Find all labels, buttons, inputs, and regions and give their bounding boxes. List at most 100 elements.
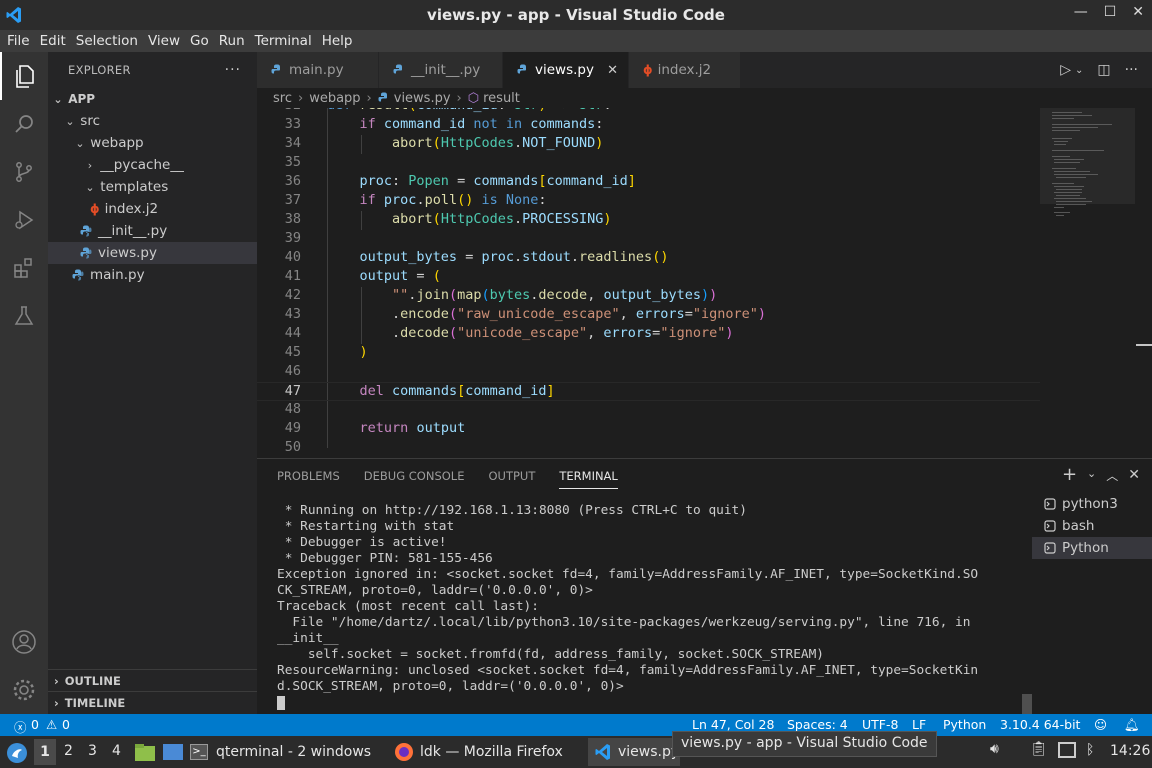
tab-label: __init__.py [411,62,481,78]
tab-index-j2[interactable]: ɸ index.j2 [629,52,741,88]
outline-section[interactable]: › OUTLINE [48,669,257,691]
menu-go[interactable]: Go [185,33,214,49]
chevron-down-icon[interactable]: ⌄ [1087,467,1096,485]
end-of-line[interactable]: LF [912,717,926,732]
terminal-item-python[interactable]: Python [1032,537,1152,559]
volume-icon[interactable]: 🔊︎ [990,741,999,757]
workspace-4[interactable]: 4 [112,743,121,759]
menu-file[interactable]: File [2,33,35,49]
tab-output[interactable]: OUTPUT [488,469,535,489]
python-interpreter[interactable]: 3.10.4 64-bit [1000,717,1080,732]
menu-edit[interactable]: Edit [35,33,71,49]
menu-selection[interactable]: Selection [71,33,143,49]
folder-src[interactable]: ⌄ src [48,110,257,132]
tab-debug-console[interactable]: DEBUG CONSOLE [364,469,465,489]
breadcrumb-src[interactable]: src [273,91,292,106]
account-icon[interactable] [0,618,48,666]
network-icon[interactable] [1058,742,1076,758]
file-main-py[interactable]: main.py [48,264,257,286]
tab-terminal[interactable]: TERMINAL [559,469,618,489]
menu-run[interactable]: Run [214,33,250,49]
workspace-2[interactable]: 2 [64,743,73,759]
chevron-down-icon: ⌄ [65,114,75,128]
file-manager-icon[interactable] [134,742,156,762]
file-views-py[interactable]: views.py [48,242,257,264]
warning-count[interactable]: 0 [62,717,70,732]
maximize-panel-icon[interactable]: ︿ [1106,467,1118,485]
show-desktop-icon[interactable] [162,742,184,762]
tab-problems[interactable]: PROBLEMS [277,469,340,489]
new-terminal-icon[interactable]: + [1062,464,1077,485]
python-file-icon [80,225,92,237]
error-count[interactable]: 0 [31,717,39,732]
window-title: views.py - app - Visual Studio Code [427,6,725,24]
cursor-position[interactable]: Ln 47, Col 28 [692,717,774,732]
maximize-button[interactable]: ☐ [1104,4,1117,20]
terminal-item-python3[interactable]: python3 [1032,493,1152,515]
menu-terminal[interactable]: Terminal [250,33,317,49]
breadcrumb-webapp[interactable]: webapp [309,91,360,106]
minimap[interactable] [1040,108,1152,458]
chevron-down-icon[interactable]: ⌄ [1075,65,1083,78]
extensions-icon[interactable] [0,244,48,292]
python-file-icon [80,247,92,259]
notifications-bell-icon[interactable]: 🔔︎ [1124,717,1140,733]
folder-webapp[interactable]: ⌄ webapp [48,132,257,154]
terminal-output[interactable]: * Running on http://192.168.1.13:8080 (P… [277,503,1017,711]
testing-flask-icon[interactable] [0,292,48,340]
run-debug-icon[interactable] [0,196,48,244]
source-control-icon[interactable] [0,148,48,196]
python-file-icon [72,269,84,281]
more-actions-icon[interactable]: ··· [1125,62,1138,78]
folder-templates[interactable]: ⌄ templates [48,176,257,198]
manage-gear-icon[interactable] [0,666,48,714]
errors-icon[interactable]: ⓧ [14,717,27,736]
breadcrumb-result[interactable]: result [483,91,520,106]
taskbar-app-vscode[interactable]: views.py [588,738,680,766]
taskbar-app-qterminal[interactable]: >_ qterminal - 2 windows [190,739,371,765]
workspace-3[interactable]: 3 [88,743,97,759]
split-editor-icon[interactable]: ◫ [1097,62,1110,78]
tab-views-py[interactable]: views.py ✕ [503,52,629,88]
workspace-1[interactable]: 1 [34,739,56,765]
terminal-item-bash[interactable]: bash [1032,515,1152,537]
taskbar-app-firefox[interactable]: ldk — Mozilla Firefox [394,739,563,765]
close-tab-icon[interactable]: ✕ [607,63,618,78]
timeline-section[interactable]: › TIMELINE [48,691,257,713]
file-index-j2[interactable]: ɸ index.j2 [48,198,257,220]
minimize-button[interactable]: — [1074,4,1088,20]
run-python-file-icon[interactable]: ▷ [1060,62,1071,78]
breadcrumb-views-py[interactable]: views.py [394,91,451,106]
warning-icon[interactable]: ⚠ [46,717,57,732]
folder-pycache[interactable]: › __pycache__ [48,154,257,176]
menu-view[interactable]: View [143,33,185,49]
folder-root-app[interactable]: ⌄ APP [48,88,257,110]
code-line: 40 output_bytes = proc.stdout.readlines(… [284,249,669,265]
terminal-scrollbar[interactable] [1022,694,1032,714]
encoding[interactable]: UTF-8 [862,717,898,732]
menu-help[interactable]: Help [317,33,358,49]
chevron-right-icon: › [87,158,93,172]
code-editor[interactable]: 32def result(command_id: str) -> str: 33… [257,108,1040,458]
clipboard-icon[interactable]: 📋︎ [1030,741,1048,757]
feedback-icon[interactable]: ☺ [1094,717,1107,732]
tab-init-py[interactable]: __init__.py [379,52,503,88]
code-line: 33 if command_id not in commands: [284,116,604,132]
close-panel-icon[interactable]: ✕ [1128,467,1140,485]
code-line: 36 proc: Popen = commands[command_id] [284,173,636,189]
file-init-py[interactable]: __init__.py [48,220,257,242]
bluetooth-icon[interactable]: ᛒ [1086,742,1094,758]
close-button[interactable]: ✕ [1132,4,1144,20]
search-icon[interactable] [0,100,48,148]
code-line: 46 [284,363,301,379]
code-line: 34 abort(HttpCodes.NOT_FOUND) [284,135,604,151]
indentation[interactable]: Spaces: 4 [787,717,848,732]
more-actions-icon[interactable]: ··· [225,62,241,78]
terminal-python-icon [1044,542,1056,554]
explorer-icon[interactable] [0,52,48,100]
language-mode[interactable]: Python [943,717,986,732]
start-menu-icon[interactable] [6,742,28,764]
chevron-down-icon: ⌄ [53,92,63,106]
tab-main-py[interactable]: main.py [257,52,379,88]
terminal-bash-icon [1044,520,1056,532]
